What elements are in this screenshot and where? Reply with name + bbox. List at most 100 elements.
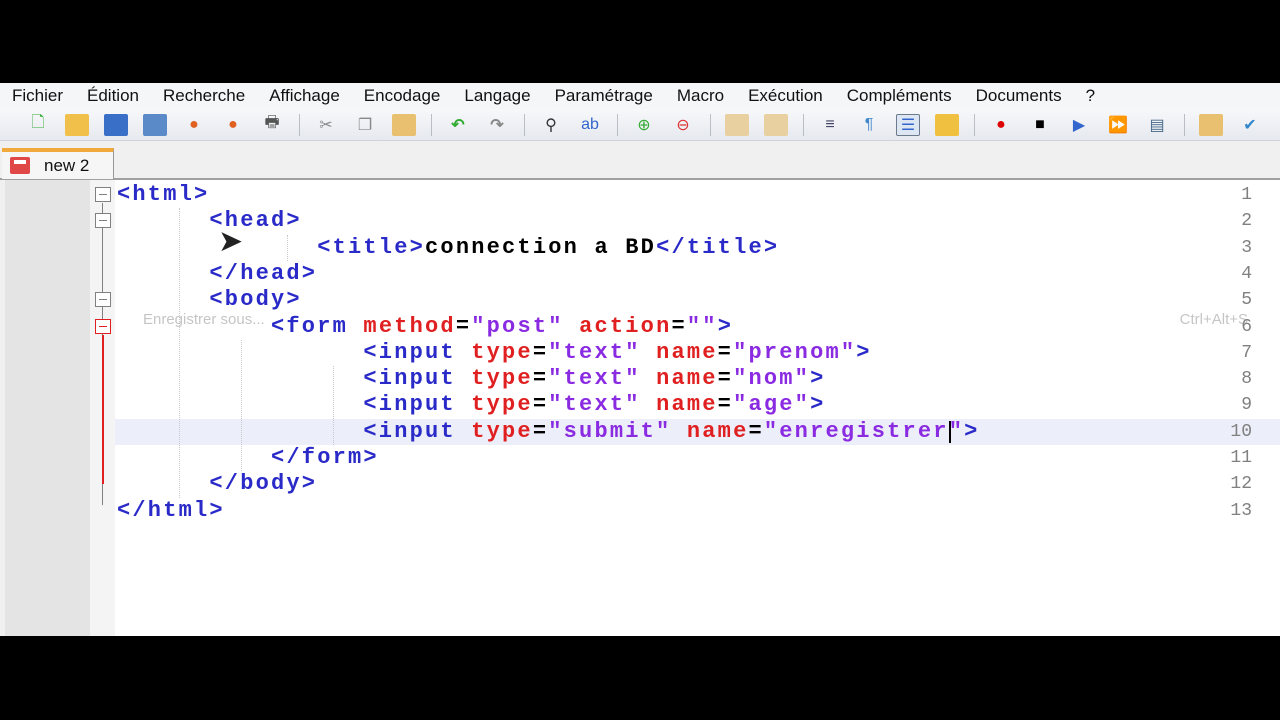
folder-link-icon[interactable] <box>1199 113 1223 136</box>
code-token-tag: </form> <box>271 445 379 470</box>
code-token-val: "enregistrer" <box>763 418 965 444</box>
find-icon[interactable]: ⚲ <box>539 114 563 136</box>
record-macro-icon[interactable]: ● <box>989 114 1013 136</box>
menu-compléments[interactable]: Compléments <box>847 86 952 106</box>
menu-paramétrage[interactable]: Paramétrage <box>555 86 653 106</box>
line-number: 2 <box>1241 211 1252 232</box>
save-macro-icon[interactable]: ▤ <box>1145 114 1169 136</box>
zoom-in-icon[interactable]: ⊕ <box>632 114 656 136</box>
play-macro-icon[interactable]: ▶ <box>1067 114 1091 136</box>
code-token-tag: > <box>856 339 872 365</box>
sync-vertical-icon[interactable] <box>725 113 749 136</box>
fold-toggle[interactable] <box>95 187 111 202</box>
code-token-txt: = <box>532 366 549 392</box>
code-token-attr: type <box>471 392 533 418</box>
menu-help[interactable]: ? <box>1086 86 1095 106</box>
code-token-attr: type <box>471 366 533 392</box>
unsaved-file-icon <box>10 157 30 174</box>
code-editor[interactable]: 1 2 3 4 5 6 7 8 9 10 11 12 13 <html> <head> <title>conn… <box>5 180 1280 636</box>
menu-affichage[interactable]: Affichage <box>269 86 340 106</box>
toolbar-separator <box>299 113 300 136</box>
code-token-tag: <input <box>363 339 472 365</box>
menu-encodage[interactable]: Encodage <box>364 86 441 106</box>
menu-macro[interactable]: Macro <box>677 86 724 106</box>
code-line: <input type="text" name="age"> <box>363 392 825 418</box>
fold-toggle[interactable] <box>95 318 111 334</box>
doc-map-icon[interactable] <box>935 113 959 136</box>
code-token-attr: name <box>686 418 749 444</box>
toolbar: 🗋 ● ● 🖶 ✂ ❐ ↶ ↷ ⚲ ab ⊕ ⊖ ≡ ¶ ☰ ● ■ ▶ ⏩ ▤ <box>0 109 1280 141</box>
line-number: 3 <box>1241 237 1252 258</box>
code-token-val: "submit" <box>548 418 672 444</box>
line-number: 4 <box>1241 263 1252 284</box>
line-number: 9 <box>1241 395 1252 416</box>
mouse-pointer-icon: ➤ <box>218 225 244 258</box>
paste-icon[interactable] <box>392 113 416 136</box>
code-line: <input type="text" name="nom"> <box>363 366 825 392</box>
print-icon[interactable]: 🖶 <box>260 114 284 136</box>
code-line: <input type="text" name="prenom"> <box>363 340 871 366</box>
undo-icon[interactable]: ↶ <box>446 114 470 136</box>
line-number: 12 <box>1230 474 1252 495</box>
zoom-out-icon[interactable]: ⊖ <box>671 114 695 136</box>
code-token-tag: <title> <box>317 234 426 260</box>
code-token-txt: = <box>717 366 734 392</box>
code-token-tag: <input <box>363 392 472 418</box>
code-token-txt: connection a BD <box>425 234 657 260</box>
ghost-menu-shortcut: Ctrl+Alt+S <box>1179 311 1248 328</box>
menu-édition[interactable]: Édition <box>87 86 139 106</box>
show-all-chars-icon[interactable]: ¶ <box>857 114 881 136</box>
copy-icon[interactable]: ❐ <box>353 114 377 136</box>
sync-horizontal-icon[interactable] <box>764 113 788 136</box>
indent-guide <box>287 234 289 261</box>
code-token-tag: </body> <box>209 471 318 497</box>
indent-guide-icon[interactable]: ☰ <box>896 113 920 136</box>
code-token-tag: <input <box>363 418 472 444</box>
code-line: <input type="submit" name="enregistrer"> <box>363 419 979 445</box>
stop-macro-icon[interactable]: ■ <box>1028 114 1052 136</box>
code-token-val: "text" <box>548 366 641 392</box>
fold-toggle[interactable] <box>95 292 111 308</box>
menu-fichier[interactable]: Fichier <box>12 86 63 106</box>
code-token-txt: = <box>717 392 734 418</box>
line-number: 7 <box>1241 342 1252 363</box>
line-number-gutter <box>5 180 90 636</box>
menu-langage[interactable]: Langage <box>464 86 530 106</box>
fold-toggle[interactable] <box>95 213 111 229</box>
cut-icon[interactable]: ✂ <box>314 114 338 136</box>
code-token-val: "text" <box>548 339 641 365</box>
run-macro-multiple-icon[interactable]: ⏩ <box>1106 114 1130 136</box>
word-wrap-icon[interactable]: ≡ <box>818 114 842 136</box>
replace-icon[interactable]: ab <box>578 114 602 136</box>
toolbar-separator <box>974 113 975 136</box>
spell-check-icon[interactable]: ✔ <box>1238 114 1262 136</box>
text-caret <box>949 420 951 443</box>
tab-label: new 2 <box>44 155 90 175</box>
save-all-icon[interactable] <box>143 113 167 136</box>
new-file-icon[interactable]: 🗋 <box>26 114 50 136</box>
menu-recherche[interactable]: Recherche <box>163 86 245 106</box>
tab-new-2[interactable]: new 2 <box>2 148 114 179</box>
save-icon[interactable] <box>104 113 128 136</box>
code-token-txt: = <box>532 418 549 444</box>
code-line: </head> <box>209 261 317 287</box>
code-token-tag: </head> <box>209 260 318 286</box>
open-file-icon[interactable] <box>65 113 89 136</box>
line-number: 11 <box>1230 448 1252 468</box>
code-line: <title>connection a BD</title> <box>317 235 779 261</box>
redo-icon[interactable]: ↷ <box>485 114 509 136</box>
code-token-txt: = <box>532 392 549 418</box>
line-number: 10 <box>1230 421 1252 442</box>
code-line: <html> <box>117 182 209 208</box>
code-token-tag: </html> <box>117 497 225 523</box>
close-icon[interactable]: ● <box>182 114 206 136</box>
line-number: 8 <box>1241 369 1252 390</box>
code-line: </body> <box>209 471 317 497</box>
menu-exécution[interactable]: Exécution <box>748 86 823 106</box>
menu-documents[interactable]: Documents <box>976 86 1062 106</box>
close-all-icon[interactable]: ● <box>221 114 245 136</box>
code-token-val: "nom" <box>733 366 811 392</box>
